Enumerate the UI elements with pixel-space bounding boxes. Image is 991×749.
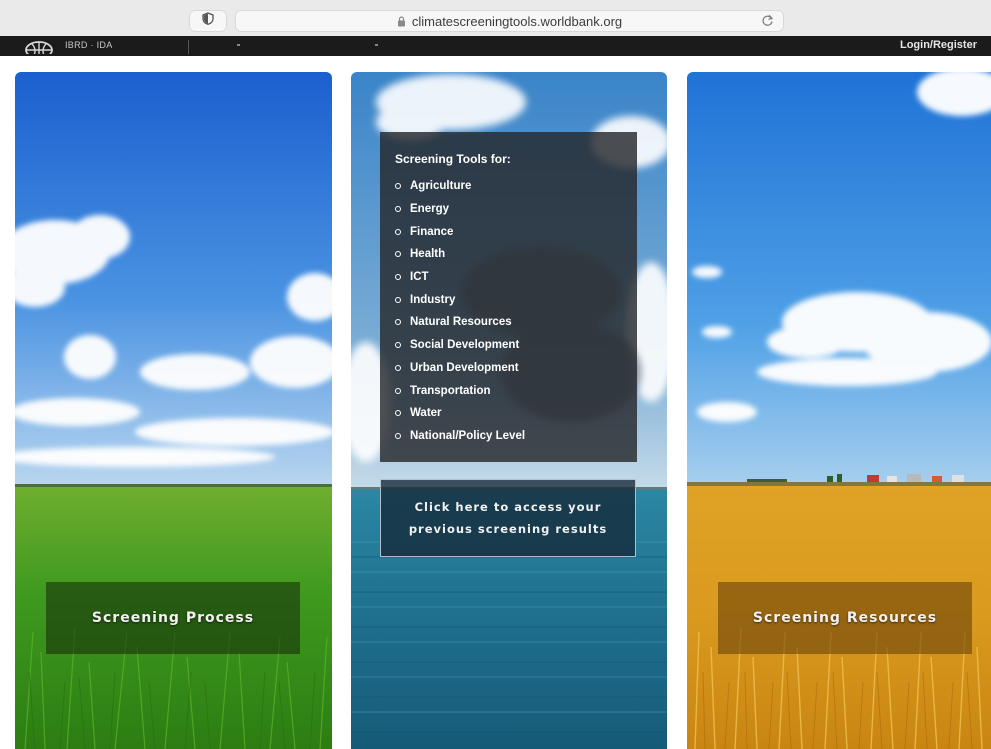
- sector-link-urban-development[interactable]: Urban Development: [395, 357, 525, 380]
- bullet-icon: [395, 342, 401, 349]
- screening-tools-menu: Screening Tools for: Agriculture Energy …: [380, 132, 637, 462]
- sector-link-social-development[interactable]: Social Development: [395, 334, 525, 357]
- bullet-icon: [395, 364, 401, 371]
- nav-item-fragment[interactable]: [237, 44, 240, 46]
- login-register-link[interactable]: Login/Register: [900, 39, 977, 51]
- header-divider: [188, 40, 189, 54]
- bullet-icon: [395, 296, 401, 303]
- privacy-shield-button[interactable]: [189, 10, 227, 32]
- previous-results-line-2: previous screening results: [408, 522, 608, 536]
- sector-link-health[interactable]: Health: [395, 243, 525, 266]
- screening-resources-panel[interactable]: Screening Resources: [687, 72, 991, 749]
- address-bar[interactable]: climatescreeningtools.worldbank.org: [235, 10, 784, 32]
- bullet-icon: [395, 206, 401, 213]
- screening-tools-title: Screening Tools for:: [395, 152, 511, 166]
- bullet-icon: [395, 410, 401, 417]
- bullet-icon: [395, 387, 401, 394]
- screening-process-panel[interactable]: Screening Process: [15, 72, 332, 749]
- world-bank-globe-icon[interactable]: [24, 40, 54, 59]
- bullet-icon: [395, 228, 401, 235]
- screening-process-button[interactable]: Screening Process: [46, 582, 300, 654]
- sector-link-water[interactable]: Water: [395, 402, 525, 425]
- sector-link-national-policy-level[interactable]: National/Policy Level: [395, 425, 525, 448]
- lock-icon: [397, 15, 406, 27]
- bullet-icon: [395, 274, 401, 281]
- sector-link-finance[interactable]: Finance: [395, 220, 525, 243]
- reload-icon[interactable]: [761, 14, 774, 27]
- logo-text: IBRD · IDA: [65, 40, 113, 50]
- sector-link-energy[interactable]: Energy: [395, 198, 525, 221]
- sector-link-agriculture[interactable]: Agriculture: [395, 175, 525, 198]
- url-text: climatescreeningtools.worldbank.org: [411, 13, 623, 29]
- sector-link-industry[interactable]: Industry: [395, 288, 525, 311]
- screening-tools-panel: Screening Tools for: Agriculture Energy …: [351, 72, 667, 749]
- sector-link-natural-resources[interactable]: Natural Resources: [395, 311, 525, 334]
- browser-toolbar: climatescreeningtools.worldbank.org: [0, 0, 991, 36]
- previous-results-button[interactable]: Click here to access your previous scree…: [380, 479, 636, 557]
- bullet-icon: [395, 251, 401, 258]
- nav-item-fragment[interactable]: [375, 44, 378, 46]
- shield-icon: [202, 12, 214, 30]
- bullet-icon: [395, 319, 401, 326]
- bullet-icon: [395, 183, 401, 190]
- bullet-icon: [395, 432, 401, 439]
- screening-resources-button[interactable]: Screening Resources: [718, 582, 972, 654]
- sector-list: Agriculture Energy Finance Health ICT In…: [395, 175, 525, 447]
- site-header: IBRD · IDA Login/Register: [0, 36, 991, 59]
- sector-link-transportation[interactable]: Transportation: [395, 379, 525, 402]
- previous-results-line-1: Click here to access your: [414, 500, 602, 514]
- sector-link-ict[interactable]: ICT: [395, 266, 525, 289]
